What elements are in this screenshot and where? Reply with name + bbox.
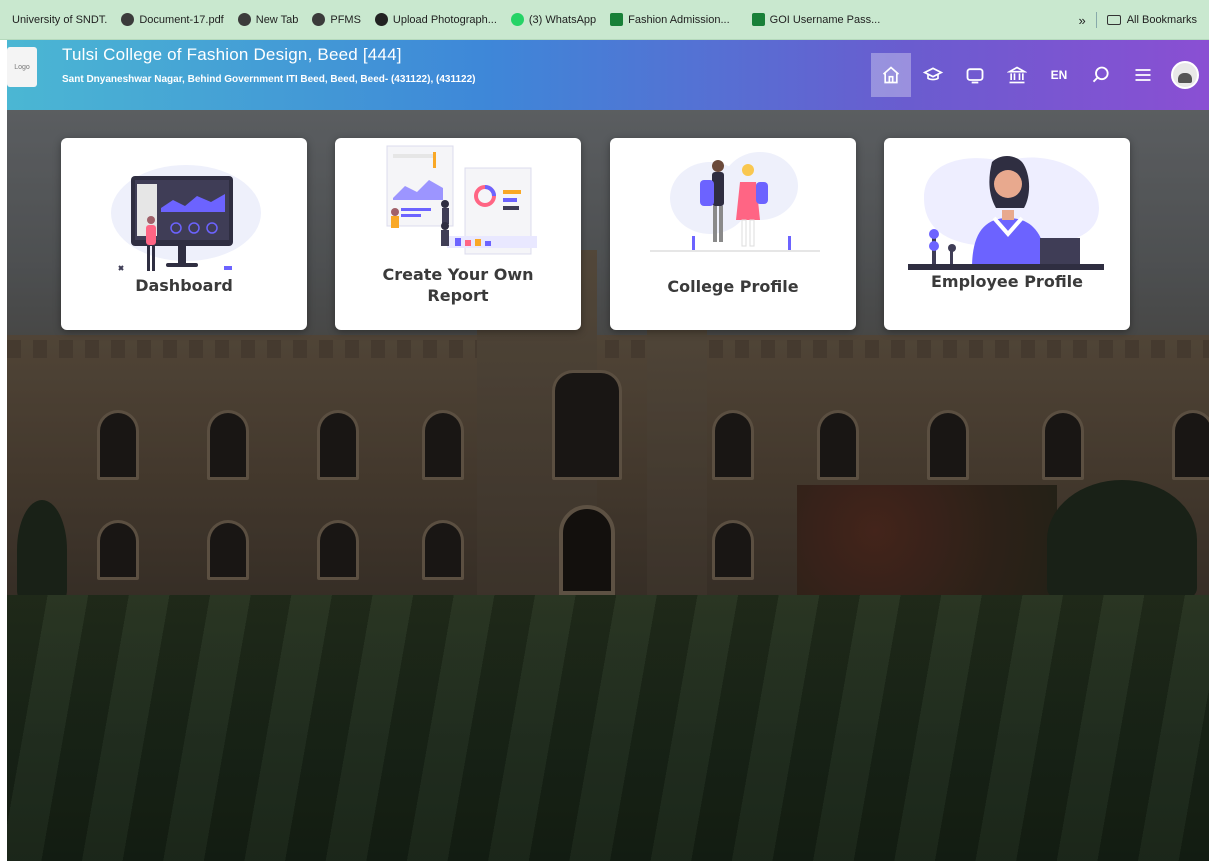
home-icon bbox=[882, 66, 900, 84]
user-avatar[interactable] bbox=[1171, 61, 1199, 89]
dashboard-illustration bbox=[111, 165, 261, 271]
bookmarks-divider bbox=[1095, 12, 1097, 28]
bookmark-label: Document-17.pdf bbox=[139, 13, 224, 26]
globe-icon bbox=[312, 13, 326, 26]
globe-icon bbox=[121, 13, 135, 26]
bookmark-label: (3) WhatsApp bbox=[528, 13, 597, 26]
bookmark-pfms[interactable]: PFMS bbox=[312, 13, 361, 26]
home-button[interactable] bbox=[871, 53, 911, 97]
card-title: Employee Profile bbox=[930, 272, 1084, 291]
display-icon bbox=[966, 68, 984, 84]
college-profile-card[interactable]: College Profile bbox=[610, 138, 856, 330]
bookmark-label: New Tab bbox=[255, 13, 299, 26]
graduation-cap-icon bbox=[922, 67, 944, 81]
display-button[interactable] bbox=[955, 53, 995, 97]
language-button[interactable]: EN bbox=[1039, 53, 1079, 97]
sheets-icon bbox=[610, 13, 624, 26]
card-title: College Profile bbox=[667, 277, 799, 296]
globe-icon bbox=[237, 13, 251, 26]
dashboard-card[interactable]: Dashboard bbox=[61, 138, 307, 330]
academics-button[interactable] bbox=[913, 53, 953, 97]
institution-icon bbox=[1007, 66, 1027, 84]
bookmark-whatsapp[interactable]: (3) WhatsApp bbox=[510, 13, 597, 26]
card-title-line-1: Create Your Own bbox=[382, 265, 534, 284]
bookmark-upload-photograph[interactable]: Upload Photograph... bbox=[374, 13, 497, 26]
bookmark-new-tab[interactable]: New Tab bbox=[237, 13, 299, 26]
college-address: Sant Dnyaneshwar Nagar, Behind Governmen… bbox=[62, 74, 476, 85]
bookmark-university-sndt[interactable]: University of SNDT. bbox=[12, 14, 107, 26]
avatar-image bbox=[1178, 73, 1192, 83]
bookmark-label: PFMS bbox=[330, 13, 361, 26]
whatsapp-icon bbox=[510, 13, 524, 26]
upload-icon bbox=[374, 13, 388, 26]
search-button[interactable] bbox=[1081, 53, 1121, 97]
all-bookmarks-button[interactable]: All Bookmarks bbox=[1127, 14, 1197, 26]
bookmark-fashion-admission[interactable]: Fashion Admission... bbox=[610, 13, 730, 26]
card-title: Dashboard bbox=[135, 276, 233, 295]
menu-icon bbox=[1135, 69, 1151, 81]
header-nav: EN bbox=[869, 53, 1199, 97]
bookmark-label: Upload Photograph... bbox=[392, 13, 497, 26]
bookmark-label: GOI Username Pass... bbox=[769, 13, 881, 26]
employee-profile-illustration bbox=[908, 156, 1104, 270]
bookmarks-overflow-button[interactable]: » bbox=[1078, 13, 1085, 28]
bookmark-document-17[interactable]: Document-17.pdf bbox=[121, 13, 224, 26]
bookmark-label: University of SNDT. bbox=[12, 13, 108, 26]
search-icon bbox=[1092, 66, 1109, 83]
bookmarks-bar: University of SNDT. Document-17.pdf New … bbox=[0, 0, 1209, 40]
menu-button[interactable] bbox=[1123, 53, 1163, 97]
sheets-icon bbox=[751, 13, 765, 26]
folder-icon bbox=[1106, 15, 1121, 25]
bookmark-goi-username[interactable]: GOI Username Pass... bbox=[751, 13, 881, 26]
app-header: Logo Tulsi College of Fashion Design, Be… bbox=[7, 40, 1209, 110]
institution-button[interactable] bbox=[997, 53, 1037, 97]
language-label: EN bbox=[1050, 68, 1068, 82]
employee-profile-card[interactable]: Employee Profile bbox=[884, 138, 1130, 330]
college-name: Tulsi College of Fashion Design, Beed [4… bbox=[62, 45, 402, 64]
college-logo: Logo bbox=[7, 47, 37, 87]
create-report-card[interactable]: Create Your Own Report bbox=[335, 138, 581, 330]
report-illustration bbox=[386, 145, 537, 255]
card-title-line-2: Report bbox=[427, 286, 489, 305]
college-profile-illustration bbox=[650, 152, 820, 252]
bookmark-label: Fashion Admission... bbox=[628, 13, 730, 26]
